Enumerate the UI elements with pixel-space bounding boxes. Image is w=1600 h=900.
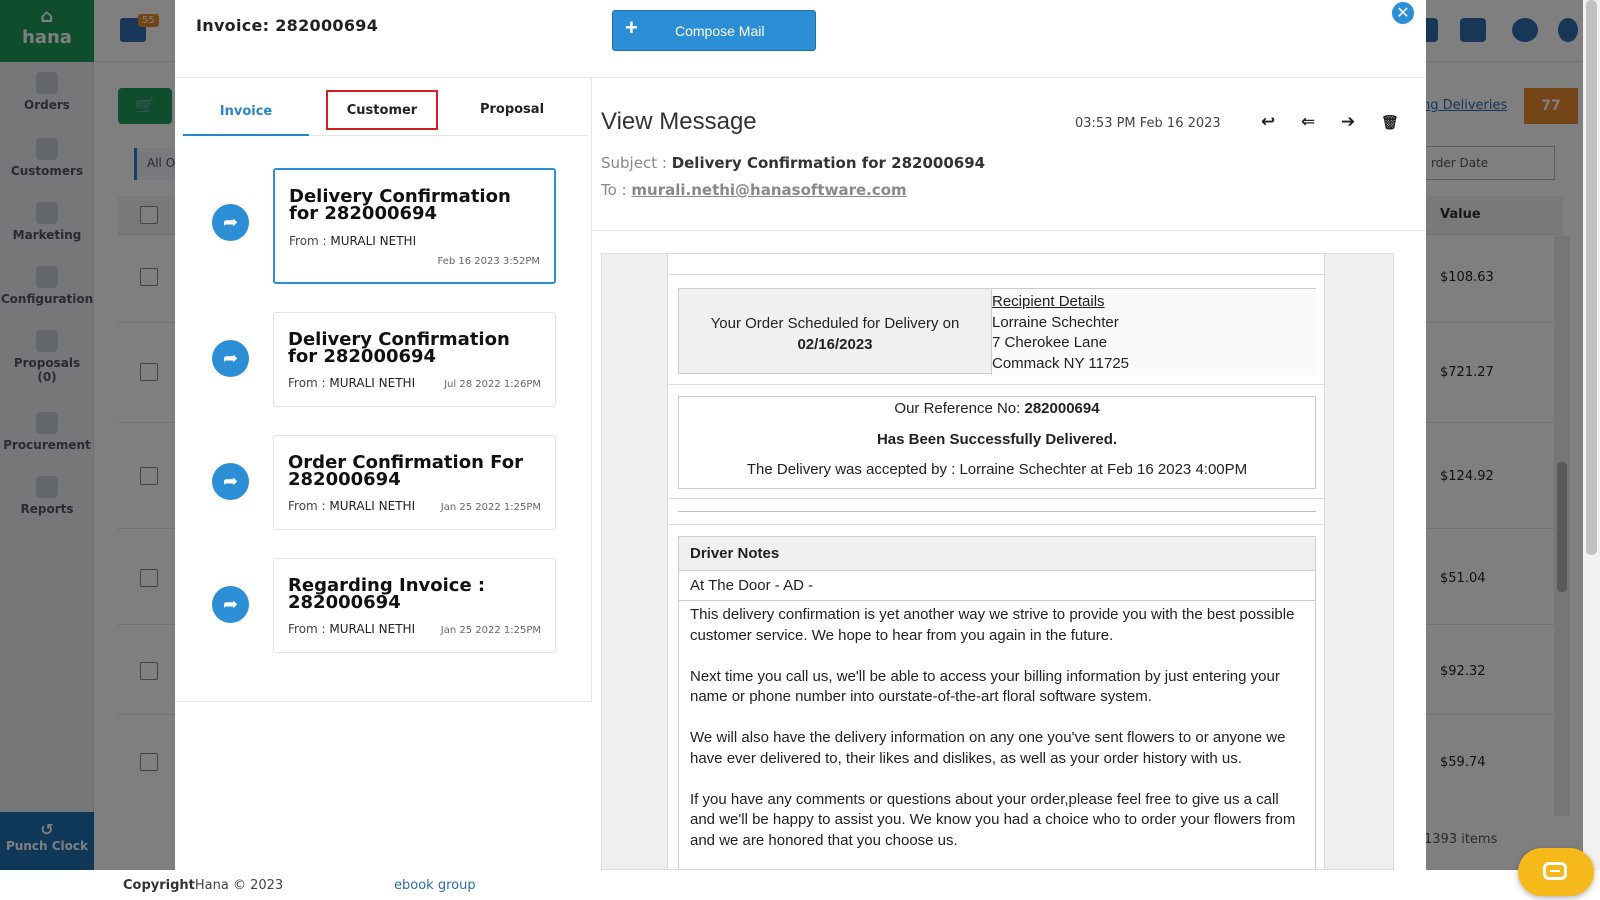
mail-item[interactable]: Delivery Confirmation for 282000694 From… bbox=[273, 168, 556, 284]
message-subject: Subject : Delivery Confirmation for 2820… bbox=[601, 154, 986, 172]
divider bbox=[668, 498, 1326, 499]
forward-icon: ➦ bbox=[212, 340, 249, 377]
divider bbox=[668, 274, 1326, 275]
recipient-name: Lorraine Schechter bbox=[992, 313, 1119, 331]
reference-line: Our Reference No: 282000694 bbox=[894, 400, 1100, 417]
chat-button[interactable] bbox=[1518, 848, 1594, 896]
trash-icon[interactable]: 🗑 bbox=[1381, 115, 1399, 131]
forward-icon: ➦ bbox=[212, 586, 249, 623]
message-body-frame: Your Order Scheduled for Delivery on 02/… bbox=[601, 253, 1394, 870]
modal-title: Invoice: 282000694 bbox=[196, 16, 379, 35]
tab-customer[interactable]: Customer bbox=[326, 90, 438, 130]
page-scrollbar-thumb[interactable] bbox=[1586, 0, 1597, 555]
paragraph: This delivery confirmation is yet anothe… bbox=[690, 606, 1295, 644]
footer-link[interactable]: ebook group bbox=[394, 878, 476, 893]
mail-tabs: Invoice Customer Proposal bbox=[183, 78, 588, 136]
page-scrollbar[interactable] bbox=[1583, 0, 1600, 870]
invoice-modal: Invoice: 282000694 + Compose Mail ✕ Invo… bbox=[175, 0, 1426, 870]
forward-arrow-icon[interactable]: ➔ bbox=[1341, 112, 1355, 132]
delivered-text: Has Been Successfully Delivered. bbox=[876, 431, 1118, 448]
accepted-text: The Delivery was accepted by : Lorraine … bbox=[746, 461, 1248, 478]
footer: CopyrightHana © 2023 ebook group bbox=[0, 870, 1600, 900]
recipient-details: Recipient Details Lorraine Schechter 7 C… bbox=[991, 289, 1317, 375]
close-modal-button[interactable]: ✕ bbox=[1390, 0, 1416, 26]
reply-icon[interactable]: ↩ bbox=[1261, 112, 1275, 132]
recipient-heading: Recipient Details bbox=[992, 293, 1105, 310]
scheduled-text: Your Order Scheduled for Delivery on bbox=[710, 315, 960, 332]
delivery-schedule-box: Your Order Scheduled for Delivery on 02/… bbox=[678, 288, 1317, 375]
chat-icon bbox=[1543, 862, 1567, 880]
close-icon: ✕ bbox=[1396, 3, 1410, 22]
modal-header: Invoice: 282000694 + Compose Mail bbox=[175, 0, 1426, 78]
view-message-title: View Message bbox=[601, 108, 757, 135]
driver-note: At The Door - AD - bbox=[679, 571, 1315, 601]
copyright: CopyrightHana © 2023 bbox=[123, 878, 284, 893]
message-paragraphs: This delivery confirmation is yet anothe… bbox=[690, 605, 1300, 869]
mail-item[interactable]: Regarding Invoice : 282000694 From : MUR… bbox=[273, 558, 556, 653]
driver-notes-heading: Driver Notes bbox=[679, 537, 1315, 571]
forward-icon: ➦ bbox=[212, 463, 249, 500]
paragraph: We will also have the delivery informati… bbox=[690, 729, 1286, 767]
tab-proposal[interactable]: Proposal bbox=[451, 90, 573, 130]
recipient-email-link[interactable]: murali.nethi@hanasoftware.com bbox=[631, 181, 906, 199]
recipient-city: Commack NY 11725 bbox=[992, 354, 1130, 372]
message-recipient: To : murali.nethi@hanasoftware.com bbox=[601, 181, 907, 199]
tab-invoice[interactable]: Invoice bbox=[183, 92, 309, 136]
message-view-pane: View Message 03:53 PM Feb 16 2023 ↩ ⇐ ➔ … bbox=[593, 78, 1426, 870]
divider bbox=[668, 524, 1326, 525]
mail-item[interactable]: Delivery Confirmation for 282000694 From… bbox=[273, 312, 556, 407]
delivery-status-box: Our Reference No: 282000694 Has Been Suc… bbox=[678, 396, 1316, 489]
divider bbox=[678, 511, 1316, 512]
driver-notes-box: Driver Notes At The Door - AD - This del… bbox=[678, 536, 1316, 869]
plus-icon: + bbox=[625, 15, 638, 40]
scheduled-date: 02/16/2023 bbox=[797, 336, 873, 353]
message-timestamp: 03:53 PM Feb 16 2023 bbox=[1075, 116, 1221, 131]
divider bbox=[593, 230, 1426, 231]
message-body: Your Order Scheduled for Delivery on 02/… bbox=[667, 254, 1326, 869]
forward-icon: ➦ bbox=[212, 204, 249, 241]
reply-all-icon[interactable]: ⇐ bbox=[1301, 112, 1315, 132]
recipient-street: 7 Cherokee Lane bbox=[992, 334, 1108, 351]
compose-mail-button[interactable]: + Compose Mail bbox=[612, 10, 816, 51]
mail-list-pane: Invoice Customer Proposal ➦ Delivery Con… bbox=[175, 78, 592, 702]
divider bbox=[668, 384, 1326, 385]
paragraph: Next time you call us, we'll be able to … bbox=[690, 667, 1280, 706]
paragraph: If you have any comments or questions ab… bbox=[690, 790, 1296, 849]
mail-item[interactable]: Order Confirmation For 282000694 From : … bbox=[273, 435, 556, 530]
